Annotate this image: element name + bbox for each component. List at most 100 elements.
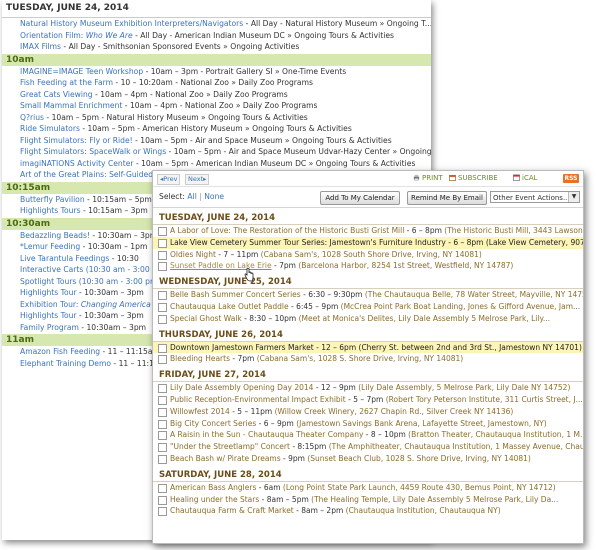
event-title-link[interactable]: Oldies Night xyxy=(170,250,216,259)
event-checkbox[interactable] xyxy=(158,407,167,417)
event-location-link[interactable]: (Bratton Theater, Chautauqua Institution… xyxy=(408,430,583,439)
event-location-link[interactable]: (Lily Dale Assembly, 5 Melrose Park, Lil… xyxy=(358,383,570,392)
event-location-link[interactable]: (McCrea Point Park Boat Landing, Jones &… xyxy=(341,302,581,311)
event-location-link[interactable]: (Lake View Cemetery, 907 Lakeview... xyxy=(486,238,583,247)
event-checkbox[interactable] xyxy=(158,355,167,365)
event-link[interactable]: Ride Simulators xyxy=(20,124,80,133)
event-checkbox[interactable] xyxy=(158,291,167,301)
event-title-link[interactable]: Big City Concert Series xyxy=(170,419,256,428)
event-location-link[interactable]: (Cherry St. between 2nd and 3rd St., Jam… xyxy=(359,343,582,352)
event-location-link[interactable]: (Willow Creek Winery, 2627 Chapin Rd., S… xyxy=(275,407,514,416)
select-none-link[interactable]: None xyxy=(204,192,224,201)
event-link[interactable]: Q?rius xyxy=(20,113,44,122)
event-location-link[interactable]: (Meet at Monica's Delites, Lily Dale Ass… xyxy=(299,314,550,323)
event-link[interactable]: Highlights Tour xyxy=(20,288,77,297)
remind-email-button[interactable]: Remind Me By Email xyxy=(407,191,487,205)
event-checkbox[interactable] xyxy=(158,250,167,260)
event-title-link[interactable]: "Under the Streetlamp" Concert xyxy=(170,442,290,451)
event-location-link[interactable]: (Barcelona Harbor, 8254 1st Street, West… xyxy=(298,261,513,270)
event-title-link[interactable]: Belle Bash Summer Concert Series xyxy=(170,290,301,299)
event-link-italic[interactable]: Who We Are xyxy=(86,31,133,40)
event-title-link[interactable]: Lily Dale Assembly Opening Day 2014 xyxy=(170,383,313,392)
event-title-link[interactable]: Public Reception-Environmental Impact Ex… xyxy=(170,395,346,404)
print-link[interactable]: PRINT xyxy=(413,174,443,182)
select-all-link[interactable]: All xyxy=(187,192,196,201)
event-title-link[interactable]: Downtown Jamestown Farmers Market xyxy=(170,343,314,352)
event-checkbox[interactable] xyxy=(158,483,167,493)
add-to-calendar-button[interactable]: Add To My Calendar xyxy=(320,191,400,205)
event-location-link[interactable]: (Robert Tory Peterson Institute, 311 Cur… xyxy=(386,395,583,404)
event-link-italic[interactable]: Changing America xyxy=(81,300,151,309)
event-link[interactable]: Spotlight Tours (10:30 am - 3:00 pm) xyxy=(20,277,160,286)
event-link[interactable]: Highlights Tours xyxy=(20,206,81,215)
event-title-link[interactable]: Willowfest 2014 xyxy=(170,407,230,416)
event-checkbox[interactable] xyxy=(158,507,167,517)
event-link[interactable]: IMAX Films xyxy=(20,42,61,51)
event-link[interactable]: Live Tarantula Feedings xyxy=(20,254,109,263)
event-title-link[interactable]: Sunset Paddle on Lake Erie xyxy=(170,261,272,270)
event-location-link[interactable]: (The Chautauqua Belle, 78 Water Street, … xyxy=(365,290,583,299)
event-link[interactable]: Natural History Museum Exhibition Interp… xyxy=(20,19,243,28)
event-title-link[interactable]: American Bass Anglers xyxy=(170,483,256,492)
event-link[interactable]: Butterfly Pavilion xyxy=(20,195,85,204)
event-title-link[interactable]: Lake View Cemetery Summer Tour Series: J… xyxy=(170,238,446,247)
event-title-link[interactable]: Bleeding Hearts xyxy=(170,354,230,363)
event-checkbox[interactable] xyxy=(158,227,167,236)
event-link[interactable]: Flight Simulators: SpaceWalk or Wings xyxy=(20,147,166,156)
event-link[interactable]: imagiNATIONS Activity Center xyxy=(20,159,134,168)
event-location-link[interactable]: (The Healing Temple, Lily Dale Assembly … xyxy=(311,495,558,504)
event-link[interactable]: Interactive Carts (10:30 am - 3:00 pm) xyxy=(20,265,167,274)
event-title-link[interactable]: Healing under the Stars xyxy=(170,495,259,504)
event-location-link[interactable]: (Cabana Sam's, 1028 South Shore Drive, I… xyxy=(261,250,482,259)
event-link[interactable]: Fish Feeding at the Farm xyxy=(20,78,113,87)
event-checkbox[interactable] xyxy=(158,302,167,312)
event-location-link[interactable]: (Jamestown Savings Bank Arena, Lafayette… xyxy=(296,419,547,428)
event-location-link[interactable]: (Cabana Sam's, 1028 S. Shore Drive, Irvi… xyxy=(257,354,464,363)
event-row: Sunset Paddle on Lake Erie - 7pm (Barcel… xyxy=(153,260,583,272)
event-link[interactable]: *Lemur Feeding xyxy=(20,242,80,251)
event-checkbox[interactable] xyxy=(158,314,167,324)
event-checkbox[interactable] xyxy=(158,238,167,248)
event-row: A Raisin in the Sun - Chautauqua Theater… xyxy=(153,429,583,441)
event-checkbox[interactable] xyxy=(158,431,167,441)
event-location-link[interactable]: (Sunset Beach Club, 1028 S. Shore Drive,… xyxy=(307,454,531,463)
event-link[interactable]: Small Mammal Enrichment xyxy=(20,101,122,110)
event-location-link[interactable]: (Long Point State Park Launch, 4459 Rout… xyxy=(283,483,556,492)
event-title-link[interactable]: Special Ghost Walk xyxy=(170,314,242,323)
event-link[interactable]: Exhibition Tour: xyxy=(20,300,81,309)
event-location-link[interactable]: (The Historic Busti Mill, 3443 Lawson... xyxy=(444,226,583,235)
event-link[interactable]: Elephant Training Demo xyxy=(20,359,111,368)
event-title-link[interactable]: A Raisin in the Sun - Chautauqua Theater… xyxy=(170,430,363,439)
subscribe-link[interactable]: SUBSCRIBE xyxy=(449,174,498,182)
event-checkbox[interactable] xyxy=(158,384,167,394)
event-location-link[interactable]: (Chautauqua Institution, Chautauqua NY) xyxy=(346,506,501,515)
event-title-link[interactable]: Beach Bash w/ Pirate Dreams xyxy=(170,454,281,463)
event-checkbox[interactable] xyxy=(158,454,167,464)
select-separator: | xyxy=(199,192,202,201)
event-checkbox[interactable] xyxy=(158,262,167,272)
next-button[interactable]: Next▸ xyxy=(185,174,210,185)
event-actions-select[interactable]: Other Event Actions... ▼ xyxy=(490,191,580,203)
prev-button[interactable]: ◂Prev xyxy=(157,174,181,185)
event-title-link[interactable]: Chautauqua Farm & Craft Market xyxy=(170,506,294,515)
event-checkbox[interactable] xyxy=(158,343,167,353)
event-link[interactable]: IMAGINE=IMAGE Teen Workshop xyxy=(20,67,143,76)
event-link[interactable]: Amazon Fish Feeding xyxy=(20,347,100,356)
event-title-link[interactable]: Chautauqua Lake Outlet Paddle xyxy=(170,302,289,311)
event-checkbox[interactable] xyxy=(158,419,167,429)
ical-link[interactable]: iCAL xyxy=(513,174,538,182)
event-link[interactable]: Art of the Great Plains: Self-Guided xyxy=(20,170,153,179)
event-link[interactable]: Great Cats Viewing xyxy=(20,90,93,99)
rss-button[interactable]: RSS xyxy=(563,174,579,183)
event-link[interactable]: Orientation Film: xyxy=(20,31,86,40)
event-location-link[interactable]: (The Amphitheater, Chautauqua Institutio… xyxy=(329,442,583,451)
event-checkbox[interactable] xyxy=(158,495,167,505)
event-link[interactable]: Flight Simulators: Fly or Ride! xyxy=(20,136,133,145)
event-details: - 10:15am – 3pm xyxy=(80,206,148,215)
event-link[interactable]: Family Program xyxy=(20,323,79,332)
event-title-link[interactable]: A Labor of Love: The Restoration of the … xyxy=(170,226,404,235)
event-checkbox[interactable] xyxy=(158,443,167,453)
event-link[interactable]: Bedazzling Beads! xyxy=(20,231,90,240)
event-checkbox[interactable] xyxy=(158,395,167,405)
event-link[interactable]: Highlights Tour xyxy=(20,311,77,320)
